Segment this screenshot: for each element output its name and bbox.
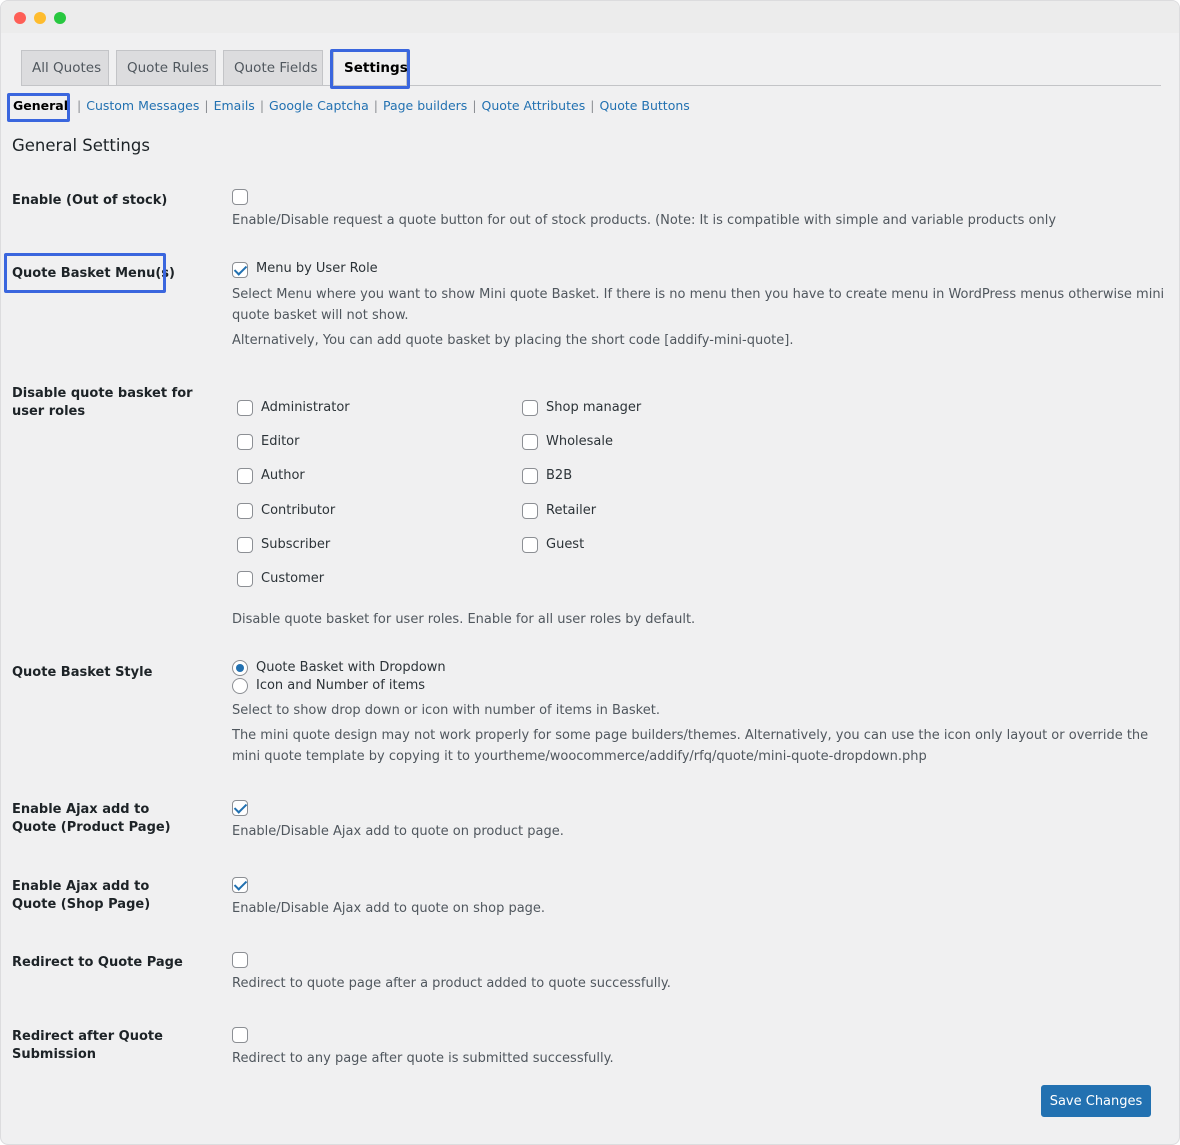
subnav-custom-messages[interactable]: Custom Messages — [86, 98, 199, 113]
basket-style-label: Quote Basket Style — [12, 665, 153, 680]
role-customer-label: Customer — [261, 571, 325, 586]
role-guest-label: Guest — [546, 537, 585, 552]
page-title: General Settings — [12, 136, 150, 155]
menu-by-user-role-label: Menu by User Role — [256, 261, 378, 276]
role-subscriber-label: Subscriber — [261, 537, 331, 552]
role-administrator-label: Administrator — [261, 400, 350, 415]
out-of-stock-label: Enable (Out of stock) — [12, 193, 168, 208]
ajax-shop-label: Enable Ajax add to Quote (Shop Page) — [12, 879, 151, 912]
minimize-window-button[interactable] — [34, 12, 46, 24]
ajax-shop-description: Enable/Disable Ajax add to quote on shop… — [232, 901, 546, 916]
redirect-after-description: Redirect to any page after quote is subm… — [232, 1051, 614, 1066]
role-editor-checkbox[interactable] — [237, 434, 253, 450]
out-of-stock-description: Enable/Disable request a quote button fo… — [232, 213, 1057, 228]
maximize-window-button[interactable] — [54, 12, 66, 24]
role-retailer-label: Retailer — [546, 503, 597, 518]
ajax-product-label: Enable Ajax add to Quote (Product Page) — [12, 802, 171, 835]
user-roles-description: Disable quote basket for user roles. Ena… — [232, 612, 696, 627]
role-editor-label: Editor — [261, 434, 300, 449]
tab-quote-fields[interactable]: Quote Fields — [223, 50, 323, 85]
role-b2b-label: B2B — [546, 468, 573, 483]
style-icon-label: Icon and Number of items — [256, 678, 426, 693]
subnav-quote-buttons[interactable]: Quote Buttons — [599, 98, 689, 113]
basket-menu-shortcode-note: Alternatively, You can add quote basket … — [232, 333, 794, 348]
tabs-divider — [21, 85, 1161, 86]
basket-menu-label: Quote Basket Menu(s) — [12, 266, 175, 281]
basket-style-description: Select to show drop down or icon with nu… — [232, 703, 660, 718]
redirect-quote-checkbox[interactable] — [232, 952, 248, 968]
redirect-after-label: Redirect after Quote Submission — [12, 1029, 163, 1062]
role-author-label: Author — [261, 468, 305, 483]
settings-subnav: General | Custom Messages | Emails | Google Ca… — [9, 98, 690, 113]
tab-settings[interactable]: Settings — [333, 50, 408, 85]
ajax-product-description: Enable/Disable Ajax add to quote on prod… — [232, 824, 564, 839]
subnav-google-captcha[interactable]: Google Captcha — [269, 98, 369, 113]
subnav-general[interactable]: General — [9, 98, 72, 113]
out-of-stock-checkbox[interactable] — [232, 189, 248, 205]
basket-style-note: The mini quote design may not work prope… — [232, 728, 1149, 764]
ajax-shop-checkbox[interactable] — [232, 877, 248, 893]
redirect-quote-label: Redirect to Quote Page — [12, 955, 183, 970]
style-dropdown-radio[interactable] — [232, 660, 248, 676]
tab-all-quotes[interactable]: All Quotes — [21, 50, 109, 85]
role-wholesale-label: Wholesale — [546, 434, 614, 449]
user-roles-label: Disable quote basket for user roles — [12, 386, 193, 419]
app-window: All Quotes Quote Rules Quote Fields Sett… — [0, 0, 1180, 1145]
role-customer-checkbox[interactable] — [237, 571, 253, 587]
role-retailer-checkbox[interactable] — [522, 503, 538, 519]
role-contributor-label: Contributor — [261, 503, 336, 518]
role-guest-checkbox[interactable] — [522, 537, 538, 553]
redirect-quote-description: Redirect to quote page after a product a… — [232, 976, 671, 991]
close-window-button[interactable] — [14, 12, 26, 24]
role-administrator-checkbox[interactable] — [237, 400, 253, 416]
subnav-emails[interactable]: Emails — [214, 98, 255, 113]
role-b2b-checkbox[interactable] — [522, 468, 538, 484]
save-changes-button[interactable]: Save Changes — [1041, 1085, 1151, 1117]
role-wholesale-checkbox[interactable] — [522, 434, 538, 450]
title-bar — [1, 1, 1179, 33]
menu-by-user-role-checkbox[interactable] — [232, 262, 248, 278]
role-contributor-checkbox[interactable] — [237, 503, 253, 519]
ajax-product-checkbox[interactable] — [232, 800, 248, 816]
basket-menu-description: Select Menu where you want to show Mini … — [232, 287, 1165, 323]
subnav-quote-attributes[interactable]: Quote Attributes — [482, 98, 586, 113]
role-shop-manager-label: Shop manager — [546, 400, 642, 415]
role-subscriber-checkbox[interactable] — [237, 537, 253, 553]
style-dropdown-label: Quote Basket with Dropdown — [256, 660, 446, 675]
style-icon-radio[interactable] — [232, 678, 248, 694]
redirect-after-checkbox[interactable] — [232, 1027, 248, 1043]
subnav-page-builders[interactable]: Page builders — [383, 98, 467, 113]
tab-quote-rules[interactable]: Quote Rules — [116, 50, 216, 85]
role-shop-manager-checkbox[interactable] — [522, 400, 538, 416]
role-author-checkbox[interactable] — [237, 468, 253, 484]
